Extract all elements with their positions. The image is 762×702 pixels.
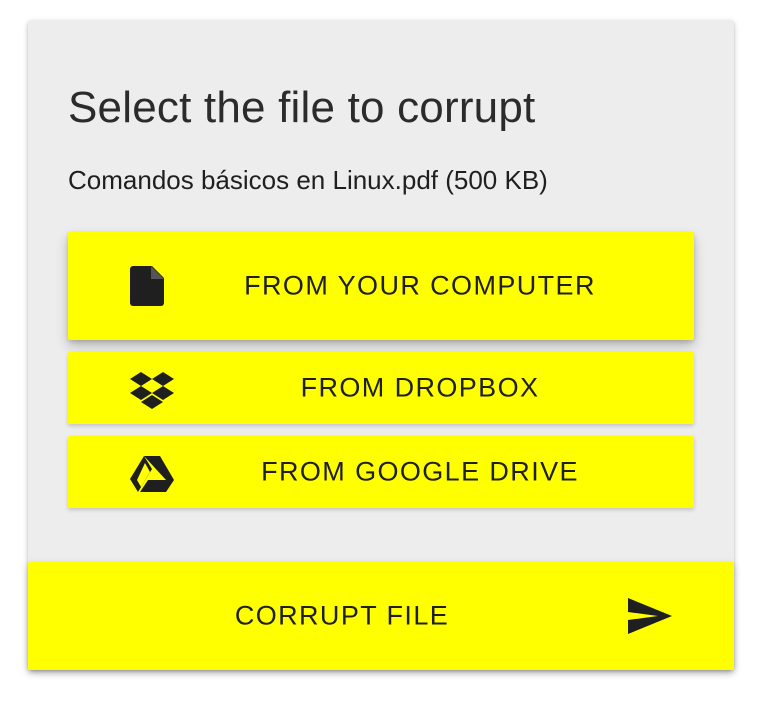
from-dropbox-button[interactable]: FROM DROPBOX <box>68 352 694 424</box>
from-computer-label: FROM YOUR COMPUTER <box>244 270 596 301</box>
from-google-drive-label: FROM GOOGLE DRIVE <box>261 456 579 487</box>
send-icon <box>628 598 672 634</box>
from-computer-button[interactable]: FROM YOUR COMPUTER <box>68 232 694 340</box>
from-google-drive-button[interactable]: FROM GOOGLE DRIVE <box>68 436 694 508</box>
page-title: Select the file to corrupt <box>68 83 536 132</box>
corrupt-file-label: CORRUPT FILE <box>234 600 450 631</box>
file-select-card: Select the file to corrupt Comandos bási… <box>28 20 734 670</box>
from-dropbox-label: FROM DROPBOX <box>300 372 540 403</box>
selected-file-name: Comandos básicos en Linux.pdf (500 KB) <box>68 165 548 195</box>
corrupt-file-button[interactable]: CORRUPT FILE <box>28 562 734 670</box>
